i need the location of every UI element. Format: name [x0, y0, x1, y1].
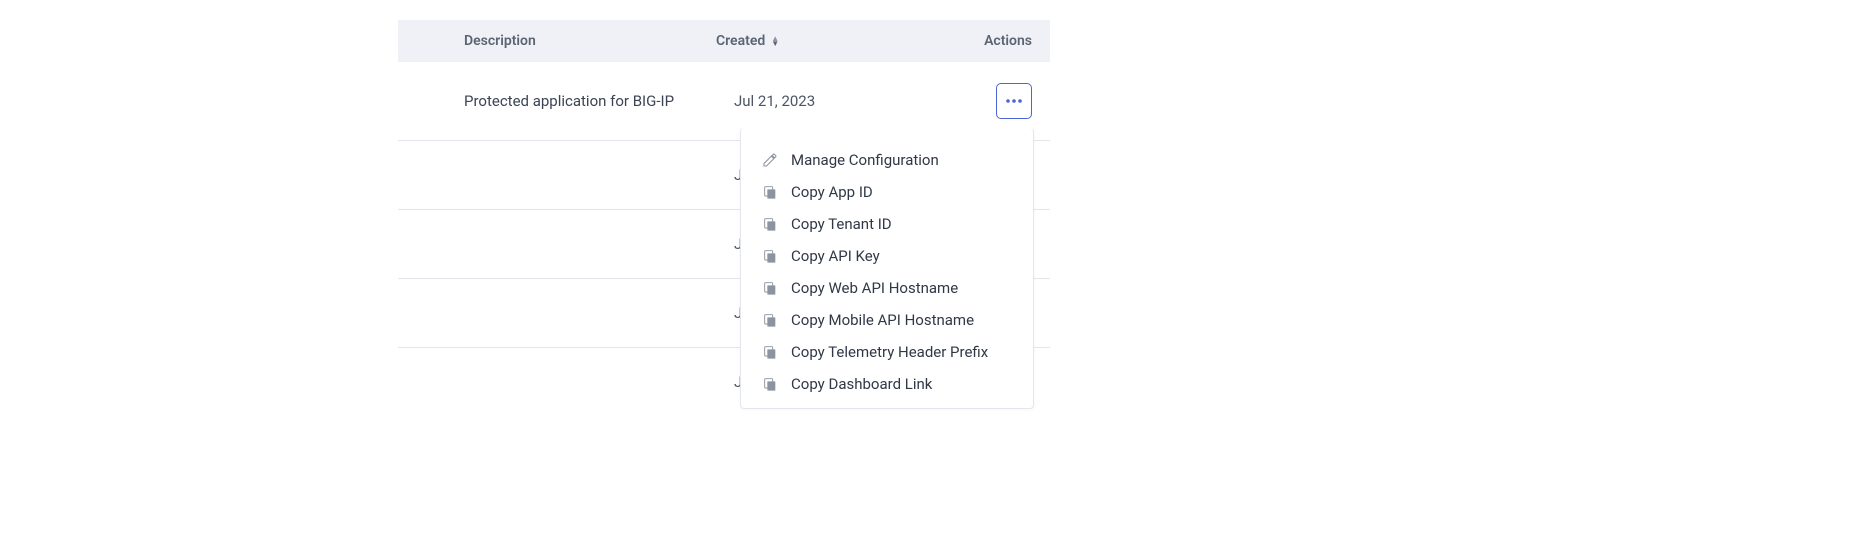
col-header-actions: Actions [960, 33, 1050, 49]
pencil-icon [761, 151, 779, 169]
menu-item-copy-api-key[interactable]: Copy API Key [741, 240, 1033, 272]
col-header-created[interactable]: Created ▲▼ [716, 33, 960, 49]
menu-item-label: Copy Mobile API Hostname [791, 311, 974, 329]
copy-icon [761, 215, 779, 233]
menu-item-manage-configuration[interactable]: Manage Configuration [741, 144, 1033, 176]
menu-item-label: Copy API Key [791, 247, 880, 265]
copy-icon [761, 247, 779, 265]
cell-created: Jul 21, 2023 [734, 92, 978, 110]
copy-icon [761, 343, 779, 361]
menu-item-copy-telemetry-header-prefix[interactable]: Copy Telemetry Header Prefix [741, 336, 1033, 368]
menu-item-copy-tenant-id[interactable]: Copy Tenant ID [741, 208, 1033, 240]
menu-item-label: Copy Tenant ID [791, 215, 892, 233]
menu-item-label: Copy App ID [791, 183, 873, 201]
menu-item-label: Copy Dashboard Link [791, 375, 932, 393]
menu-item-copy-web-api-hostname[interactable]: Copy Web API Hostname [741, 272, 1033, 304]
copy-icon [761, 279, 779, 297]
col-header-description[interactable]: Description [398, 33, 716, 49]
row-actions-menu: Manage Configuration Copy App ID Copy Te… [740, 128, 1034, 409]
menu-item-label: Copy Web API Hostname [791, 279, 958, 297]
menu-item-copy-mobile-api-hostname[interactable]: Copy Mobile API Hostname [741, 304, 1033, 336]
cell-description: Protected application for BIG-IP [398, 91, 734, 111]
menu-item-copy-dashboard-link[interactable]: Copy Dashboard Link [741, 368, 1033, 400]
menu-item-copy-app-id[interactable]: Copy App ID [741, 176, 1033, 208]
table-header-row: Description Created ▲▼ Actions [398, 20, 1050, 62]
sort-icon[interactable]: ▲▼ [771, 36, 779, 46]
copy-icon [761, 375, 779, 393]
row-actions-button[interactable] [996, 83, 1032, 119]
copy-icon [761, 183, 779, 201]
menu-item-label: Copy Telemetry Header Prefix [791, 343, 988, 361]
menu-item-label: Manage Configuration [791, 151, 939, 169]
col-header-created-label: Created [716, 33, 765, 49]
more-horizontal-icon [1005, 99, 1023, 103]
copy-icon [761, 311, 779, 329]
